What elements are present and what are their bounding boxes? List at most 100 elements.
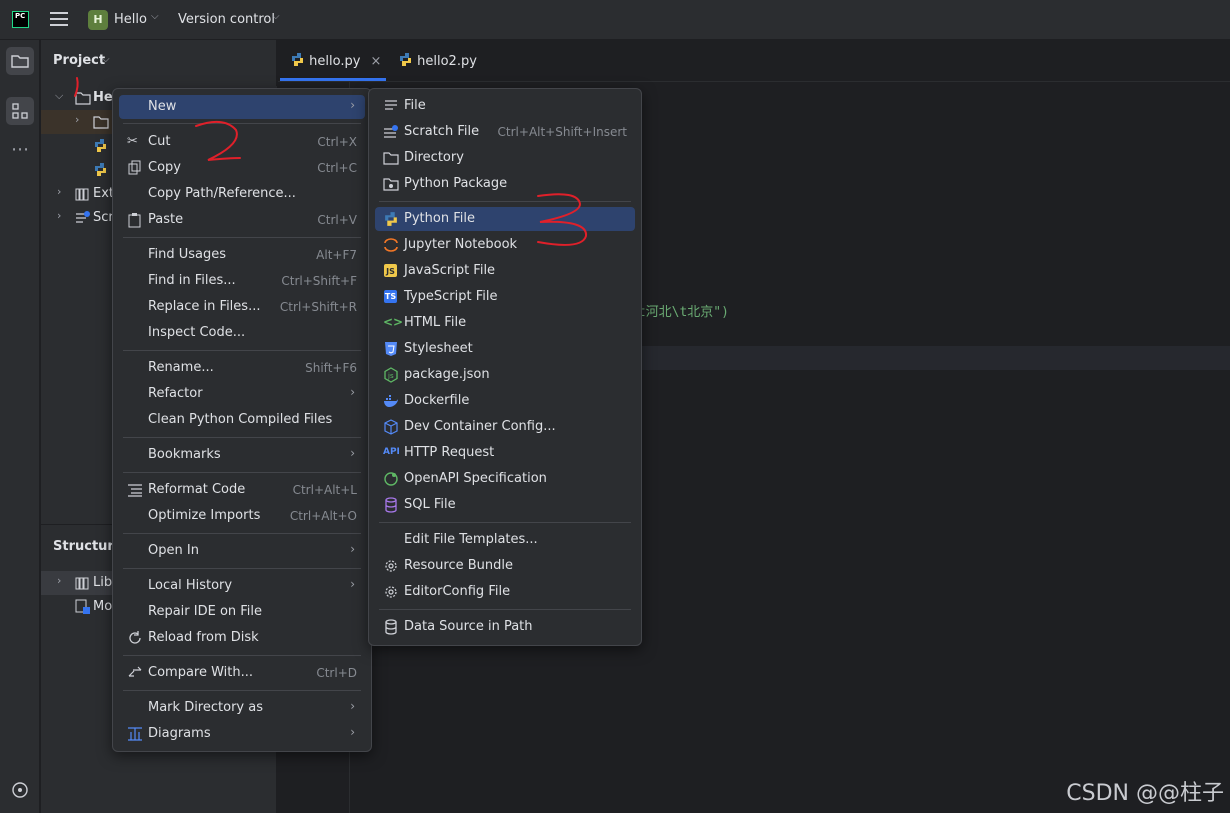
new-item-dev-container[interactable]: Dev Container Config... bbox=[375, 415, 635, 439]
chevron-right-icon: › bbox=[350, 577, 355, 591]
menu-item-cut[interactable]: ✂ Cut Ctrl+X bbox=[119, 130, 365, 154]
menu-item-mark-directory[interactable]: Mark Directory as › bbox=[119, 696, 365, 720]
new-item-sql-file[interactable]: SQL File bbox=[375, 493, 635, 517]
menu-separator bbox=[123, 690, 361, 691]
new-item-python-package[interactable]: Python Package bbox=[375, 172, 635, 196]
chevron-right-icon: › bbox=[350, 699, 355, 713]
new-item-scratch-file[interactable]: Scratch File Ctrl+Alt+Shift+Insert bbox=[375, 120, 635, 144]
chevron-right-icon: › bbox=[350, 542, 355, 556]
chevron-right-icon[interactable]: › bbox=[57, 209, 61, 222]
menu-item-reformat-code[interactable]: Reformat Code Ctrl+Alt+L bbox=[119, 478, 365, 502]
nodejs-icon: js bbox=[384, 367, 398, 383]
menu-item-diagrams[interactable]: Diagrams › bbox=[119, 722, 365, 746]
menu-separator bbox=[123, 568, 361, 569]
menu-item-clean-compiled[interactable]: Clean Python Compiled Files bbox=[119, 408, 365, 432]
version-control-menu[interactable]: Version control bbox=[178, 12, 275, 27]
new-item-openapi[interactable]: OpenAPI Specification bbox=[375, 467, 635, 491]
new-item-resource-bundle[interactable]: Resource Bundle bbox=[375, 554, 635, 578]
more-tools-icon[interactable]: ⋯ bbox=[6, 140, 34, 168]
main-menu-icon[interactable] bbox=[50, 12, 68, 28]
tab-hello2-py[interactable]: hello2.py bbox=[398, 52, 477, 69]
menu-separator bbox=[379, 609, 631, 610]
new-item-editorconfig[interactable]: EditorConfig File bbox=[375, 580, 635, 604]
tree-label: Lib bbox=[93, 575, 113, 590]
project-name[interactable]: Hello bbox=[114, 12, 147, 27]
menu-item-bookmarks[interactable]: Bookmarks › bbox=[119, 443, 365, 467]
menu-item-new[interactable]: New › bbox=[119, 95, 365, 119]
new-item-javascript-file[interactable]: JS JavaScript File bbox=[375, 259, 635, 283]
project-badge[interactable]: H bbox=[88, 10, 108, 30]
menu-item-find-in-files[interactable]: Find in Files... Ctrl+Shift+F bbox=[119, 269, 365, 293]
chevron-down-icon[interactable]: ⌵ bbox=[102, 54, 110, 65]
menu-separator bbox=[123, 123, 361, 124]
menu-item-inspect-code[interactable]: Inspect Code... bbox=[119, 321, 365, 345]
menu-item-paste[interactable]: Paste Ctrl+V bbox=[119, 208, 365, 232]
new-item-stylesheet[interactable]: Stylesheet bbox=[375, 337, 635, 361]
new-item-html-file[interactable]: <> HTML File bbox=[375, 311, 635, 335]
context-menu: New › ✂ Cut Ctrl+X Copy Ctrl+C Copy Path/Ref… bbox=[112, 88, 372, 752]
close-tab-icon[interactable]: × bbox=[371, 54, 382, 69]
docker-icon bbox=[384, 395, 398, 407]
pycharm-logo-icon[interactable]: PC bbox=[12, 11, 29, 28]
compare-icon bbox=[128, 666, 142, 677]
new-item-typescript-file[interactable]: TS TypeScript File bbox=[375, 285, 635, 309]
python-file-icon bbox=[400, 53, 411, 66]
python-console-icon[interactable] bbox=[6, 776, 34, 804]
library-icon bbox=[75, 188, 89, 201]
menu-item-copy-path[interactable]: Copy Path/Reference... bbox=[119, 182, 365, 206]
menu-item-replace-in-files[interactable]: Replace in Files... Ctrl+Shift+R bbox=[119, 295, 365, 319]
new-item-python-file[interactable]: Python File bbox=[375, 207, 635, 231]
new-item-edit-templates[interactable]: Edit File Templates... bbox=[375, 528, 635, 552]
menu-item-compare-with[interactable]: Compare With... Ctrl+D bbox=[119, 661, 365, 685]
menu-item-rename[interactable]: Rename... Shift+F6 bbox=[119, 356, 365, 380]
chevron-right-icon[interactable]: › bbox=[57, 574, 61, 587]
python-file-icon bbox=[95, 163, 106, 176]
menu-separator bbox=[123, 655, 361, 656]
chevron-right-icon: › bbox=[350, 725, 355, 739]
cube-icon bbox=[384, 419, 398, 435]
chevron-down-icon[interactable]: ⌵ bbox=[151, 11, 159, 22]
menu-separator bbox=[379, 201, 631, 202]
menu-item-copy[interactable]: Copy Ctrl+C bbox=[119, 156, 365, 180]
python-icon bbox=[385, 212, 397, 226]
menu-item-find-usages[interactable]: Find Usages Alt+F7 bbox=[119, 243, 365, 267]
menu-separator bbox=[123, 533, 361, 534]
new-submenu: File Scratch File Ctrl+Alt+Shift+Insert D… bbox=[368, 88, 642, 646]
chevron-right-icon: › bbox=[350, 446, 355, 460]
file-icon bbox=[385, 100, 397, 110]
openapi-icon bbox=[384, 472, 398, 486]
svg-text:js: js bbox=[387, 372, 394, 380]
library-icon bbox=[75, 577, 89, 590]
new-item-directory[interactable]: Directory bbox=[375, 146, 635, 170]
gear-icon bbox=[385, 586, 397, 598]
menu-item-repair-ide[interactable]: Repair IDE on File bbox=[119, 600, 365, 624]
menu-item-open-in[interactable]: Open In › bbox=[119, 539, 365, 563]
menu-item-reload-from-disk[interactable]: Reload from Disk bbox=[119, 626, 365, 650]
new-item-data-source[interactable]: Data Source in Path bbox=[375, 615, 635, 639]
structure-tool-icon[interactable] bbox=[6, 97, 34, 125]
menu-item-refactor[interactable]: Refactor › bbox=[119, 382, 365, 406]
scratches-icon bbox=[76, 211, 90, 223]
project-panel-title[interactable]: Project bbox=[53, 53, 105, 68]
chevron-down-icon[interactable]: ⌵ bbox=[55, 89, 63, 103]
new-item-file[interactable]: File bbox=[375, 94, 635, 118]
chevron-right-icon[interactable]: › bbox=[75, 113, 79, 126]
code-line-fragment[interactable]: \t河北\t北京") bbox=[630, 301, 729, 320]
chevron-right-icon[interactable]: › bbox=[57, 185, 61, 198]
menu-item-local-history[interactable]: Local History › bbox=[119, 574, 365, 598]
menu-separator bbox=[123, 237, 361, 238]
chevron-down-icon[interactable]: ⌵ bbox=[272, 11, 280, 22]
new-item-dockerfile[interactable]: Dockerfile bbox=[375, 389, 635, 413]
new-item-http-request[interactable]: API HTTP Request bbox=[375, 441, 635, 465]
tab-hello-py[interactable]: hello.py × bbox=[290, 52, 381, 69]
new-item-package-json[interactable]: js package.json bbox=[375, 363, 635, 387]
tree-label: Mo bbox=[93, 599, 113, 614]
project-tool-folder-icon[interactable] bbox=[6, 47, 34, 75]
tree-root-label: He bbox=[93, 90, 113, 105]
new-item-jupyter-notebook[interactable]: Jupyter Notebook bbox=[375, 233, 635, 257]
menu-separator bbox=[123, 350, 361, 351]
menu-item-optimize-imports[interactable]: Optimize Imports Ctrl+Alt+O bbox=[119, 504, 365, 528]
menu-separator bbox=[379, 522, 631, 523]
html-icon: <> bbox=[383, 315, 404, 329]
tab-label: hello2.py bbox=[417, 54, 477, 69]
